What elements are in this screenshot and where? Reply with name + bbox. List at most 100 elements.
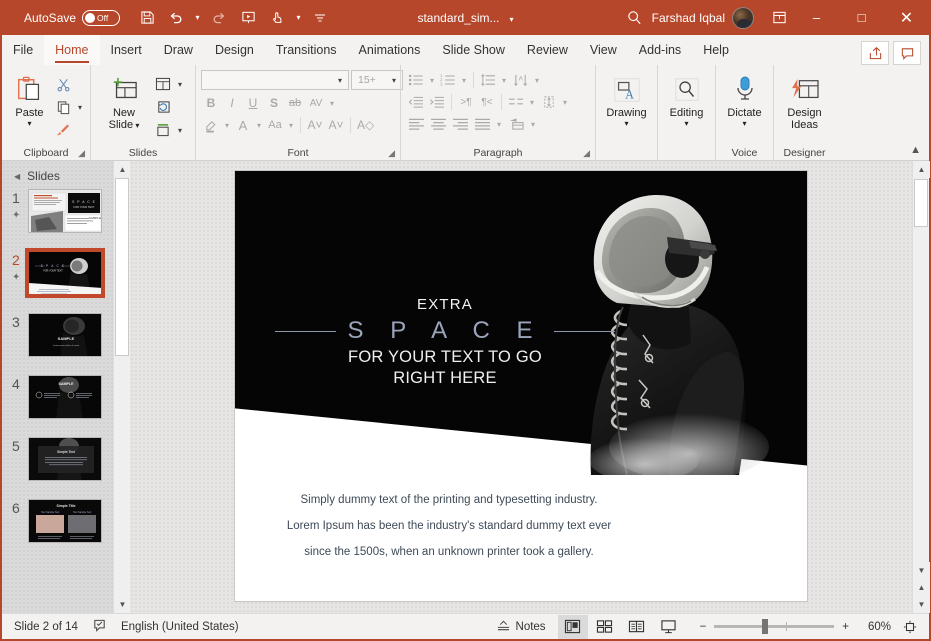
smartart-dropdown-icon[interactable]: ▾ xyxy=(528,120,538,129)
list-item[interactable]: 5 Simple Text xyxy=(2,437,130,499)
increase-indent-icon[interactable] xyxy=(427,92,447,112)
align-text-icon[interactable] xyxy=(539,92,559,112)
font-size-dropdown-icon[interactable]: ▾ xyxy=(389,76,399,85)
thumbnail-5[interactable]: Simple Text xyxy=(28,437,102,481)
bullets-icon[interactable] xyxy=(406,70,426,90)
bullets-dropdown-icon[interactable]: ▾ xyxy=(427,76,437,85)
rtl-text-direction-button[interactable]: ¶< xyxy=(477,92,497,112)
document-title-dropdown-icon[interactable]: ▾ xyxy=(510,15,514,24)
thumbnail-scroll-down-icon[interactable]: ▼ xyxy=(114,596,130,613)
maximize-button[interactable]: □ xyxy=(839,0,884,35)
tab-file[interactable]: File xyxy=(2,35,44,65)
thumbnail-6[interactable]: Simple Title Your Sample Text Your Sampl… xyxy=(28,499,102,543)
text-direction-dropdown-icon[interactable]: ▾ xyxy=(532,76,542,85)
increase-font-size-button[interactable]: A˅ xyxy=(305,115,325,135)
tab-insert[interactable]: Insert xyxy=(100,35,153,65)
undo-icon[interactable] xyxy=(163,5,189,31)
change-case-button[interactable]: Aa xyxy=(265,115,285,135)
list-item[interactable]: 4 SAMPLE xyxy=(2,375,130,437)
autosave-control[interactable]: AutoSave Off xyxy=(24,9,121,26)
justify-icon[interactable] xyxy=(472,114,493,134)
align-center-icon[interactable] xyxy=(428,114,449,134)
text-highlight-icon[interactable] xyxy=(201,115,221,135)
next-slide-icon[interactable]: ▼ xyxy=(913,596,930,613)
new-slide-button[interactable]: New Slide ▾ xyxy=(96,70,152,131)
slide-body-block[interactable]: Simply dummy text of the printing and ty… xyxy=(269,487,629,565)
avatar[interactable] xyxy=(732,6,754,29)
new-slide-dropdown-icon[interactable]: ▾ xyxy=(133,121,139,130)
font-dialog-launcher[interactable]: ◢ xyxy=(388,148,395,159)
decrease-font-size-button[interactable]: A˅ xyxy=(326,115,346,135)
design-ideas-button[interactable]: Design Ideas xyxy=(779,70,830,131)
tab-slide-show[interactable]: Slide Show xyxy=(431,35,516,65)
thumbnail-4[interactable]: SAMPLE xyxy=(28,375,102,419)
slide-editing-area[interactable]: EXTRA S P A C E FOR YOUR TEXT TO GO RIGH… xyxy=(130,161,912,613)
zoom-out-button[interactable]: − xyxy=(700,621,707,633)
numbering-icon[interactable]: 123 xyxy=(438,70,458,90)
tab-view[interactable]: View xyxy=(579,35,628,65)
dictate-dropdown-icon[interactable]: ▾ xyxy=(742,119,746,129)
change-case-dropdown-icon[interactable]: ▾ xyxy=(286,121,296,130)
drawing-dropdown-icon[interactable]: ▾ xyxy=(624,119,628,129)
line-spacing-icon[interactable] xyxy=(478,70,498,90)
font-size-combo[interactable]: 15+ ▾ xyxy=(351,70,403,90)
clear-formatting-button[interactable]: A◇ xyxy=(355,115,376,135)
scroll-down-icon[interactable]: ▼ xyxy=(913,562,930,579)
paste-button[interactable]: Paste ▾ xyxy=(7,70,52,129)
tab-design[interactable]: Design xyxy=(204,35,265,65)
align-right-icon[interactable] xyxy=(450,114,471,134)
font-color-dropdown-icon[interactable]: ▾ xyxy=(254,121,264,130)
copy-dropdown-icon[interactable]: ▾ xyxy=(75,103,85,112)
format-painter-button[interactable] xyxy=(52,119,85,141)
zoom-in-button[interactable]: + xyxy=(842,621,849,633)
slide-sorter-view-button[interactable] xyxy=(590,615,620,639)
zoom-slider[interactable] xyxy=(714,619,835,634)
strikethrough-button[interactable]: ab xyxy=(285,93,305,113)
decrease-indent-icon[interactable] xyxy=(406,92,426,112)
start-presentation-icon[interactable] xyxy=(235,5,261,31)
comments-button[interactable] xyxy=(893,41,921,65)
previous-slide-icon[interactable]: ▲ xyxy=(913,579,930,596)
list-item[interactable]: 3 SAMPLE Lorem ipsum dolor sit amet xyxy=(2,313,130,375)
columns-dropdown-icon[interactable]: ▾ xyxy=(527,98,537,107)
layout-button[interactable]: ▾ xyxy=(152,73,185,95)
thumbnail-scrollbar[interactable]: ▲ ▼ xyxy=(113,161,130,613)
normal-view-button[interactable] xyxy=(557,614,588,639)
text-direction-icon[interactable]: A xyxy=(511,70,531,90)
slide-title-block[interactable]: EXTRA S P A C E FOR YOUR TEXT TO GO RIGH… xyxy=(275,296,616,389)
layout-dropdown-icon[interactable]: ▾ xyxy=(175,80,185,89)
share-button[interactable] xyxy=(861,41,889,65)
paste-dropdown-icon[interactable]: ▾ xyxy=(27,119,31,129)
character-spacing-dropdown-icon[interactable]: ▾ xyxy=(327,99,337,108)
scroll-thumb[interactable] xyxy=(914,179,928,227)
copy-button[interactable]: ▾ xyxy=(52,96,85,118)
zoom-control[interactable]: − + 60% xyxy=(686,619,921,634)
tab-draw[interactable]: Draw xyxy=(153,35,204,65)
thumbnail-scroll-thumb[interactable] xyxy=(115,178,129,356)
spell-check-icon[interactable] xyxy=(92,618,107,636)
align-text-dropdown-icon[interactable]: ▾ xyxy=(560,98,570,107)
slide-counter[interactable]: Slide 2 of 14 xyxy=(14,621,78,633)
section-button[interactable]: ▾ xyxy=(152,119,185,141)
thumbnail-2[interactable]: S P A C E FOR YOUR TEXT xyxy=(25,248,105,298)
editing-dropdown-icon[interactable]: ▾ xyxy=(684,119,688,129)
autosave-toggle[interactable]: Off xyxy=(82,9,121,26)
scroll-up-icon[interactable]: ▲ xyxy=(913,161,930,178)
paragraph-dialog-launcher[interactable]: ◢ xyxy=(583,148,590,159)
save-icon[interactable] xyxy=(134,5,160,31)
zoom-slider-handle[interactable] xyxy=(762,619,769,634)
thumbnail-scroll-up-icon[interactable]: ▲ xyxy=(114,161,130,178)
italic-button[interactable]: I xyxy=(222,93,242,113)
collapse-slides-icon[interactable]: ◀ xyxy=(14,172,20,181)
font-family-combo[interactable]: ▾ xyxy=(201,70,349,90)
slide-canvas[interactable]: EXTRA S P A C E FOR YOUR TEXT TO GO RIGH… xyxy=(235,171,807,601)
search-icon[interactable] xyxy=(618,9,652,26)
touch-dropdown-icon[interactable]: ▾ xyxy=(293,13,304,22)
font-color-icon[interactable]: A xyxy=(233,115,253,135)
close-button[interactable]: ✕ xyxy=(884,0,929,35)
align-left-icon[interactable] xyxy=(406,114,427,134)
list-item[interactable]: 1 ✦ S P A C E FOR YOUR TEXT SAMPLE xyxy=(2,189,130,251)
cut-button[interactable] xyxy=(52,73,85,95)
bold-button[interactable]: B xyxy=(201,93,221,113)
slide-show-button[interactable] xyxy=(654,615,684,639)
